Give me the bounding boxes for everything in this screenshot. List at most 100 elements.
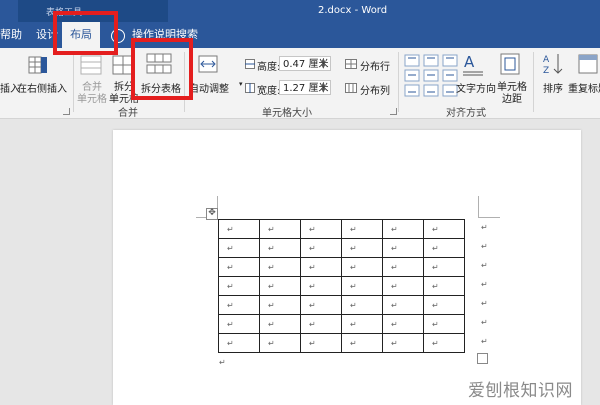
row-height-icon: [245, 59, 255, 69]
table-cell[interactable]: ↵: [300, 314, 342, 334]
distribute-columns-label: 分布列: [360, 86, 390, 97]
spinner-arrows-icon[interactable]: ▲ ▼: [321, 82, 329, 94]
table-cell[interactable]: ↵: [341, 333, 383, 353]
table-row: ↵ ↵ ↵ ↵ ↵ ↵: [218, 314, 465, 334]
table-cell[interactable]: ↵: [341, 276, 383, 296]
tab-help[interactable]: 帮助: [0, 22, 22, 48]
table-cell[interactable]: ↵: [341, 257, 383, 277]
distribute-columns-icon: [345, 83, 357, 93]
sort-label: 排序: [543, 84, 563, 95]
merge-cells-icon: [80, 55, 102, 75]
alignment-group-label: 对齐方式: [446, 108, 486, 119]
table-cell[interactable]: ↵: [218, 238, 260, 258]
cell-margins-label-2: 边距: [502, 94, 522, 105]
table-cell[interactable]: ↵: [382, 314, 424, 334]
table-cell[interactable]: ↵: [341, 295, 383, 315]
table-cell[interactable]: ↵: [218, 295, 260, 315]
table-cell[interactable]: ↵: [382, 257, 424, 277]
table-move-handle-icon[interactable]: ✥: [206, 208, 218, 220]
height-spinner[interactable]: 0.47 厘米 ▲ ▼: [279, 56, 331, 71]
table-cell[interactable]: ↵: [218, 314, 260, 334]
row-end-mark: ↵: [481, 337, 488, 346]
table-cell[interactable]: ↵: [423, 257, 465, 277]
merge-cells-label-2: 单元格: [77, 94, 107, 105]
autofit-label: 自动调整: [189, 84, 229, 95]
table-cell[interactable]: ↵: [423, 314, 465, 334]
margin-corner-mark: [478, 217, 500, 218]
document-table[interactable]: ↵ ↵ ↵ ↵ ↵ ↵ ↵ ↵ ↵ ↵ ↵ ↵ ↵ ↵ ↵ ↵ ↵ ↵ ↵ ↵ ↵ ↵ ↵ ↵ ↵ ↵ ↵ ↵ ↵ ↵ ↵ ↵ ↵ ↵ ↵ ↵ ↵ ↵ ↵ ↵…: [218, 219, 465, 353]
table-cell[interactable]: ↵: [341, 219, 383, 239]
distribute-rows-icon: [345, 59, 357, 69]
repeat-header-icon: [578, 54, 598, 74]
highlight-split-table: [131, 38, 193, 100]
ribbon-panel: 插入 在右侧插入 合并 单元格 拆分 单元格 拆分表格 合并 自动调整 ▾ 高度…: [0, 48, 600, 119]
row-end-mark: ↵: [481, 299, 488, 308]
table-cell[interactable]: ↵: [300, 276, 342, 296]
table-cell[interactable]: ↵: [218, 333, 260, 353]
table-cell[interactable]: ↵: [259, 219, 301, 239]
table-cell[interactable]: ↵: [259, 276, 301, 296]
table-cell[interactable]: ↵: [382, 219, 424, 239]
table-cell[interactable]: ↵: [423, 238, 465, 258]
table-cell[interactable]: ↵: [423, 333, 465, 353]
table-cell[interactable]: ↵: [341, 314, 383, 334]
table-row: ↵ ↵ ↵ ↵ ↵ ↵: [218, 219, 465, 239]
table-cell[interactable]: ↵: [218, 276, 260, 296]
cell-margins-icon: [500, 53, 520, 75]
row-end-mark: ↵: [481, 223, 488, 232]
alignment-grid-icon[interactable]: [404, 54, 458, 98]
svg-text:A: A: [543, 55, 550, 65]
table-row: ↵ ↵ ↵ ↵ ↵ ↵: [218, 238, 465, 258]
insert-right-icon: [28, 56, 47, 74]
table-cell[interactable]: ↵: [341, 238, 383, 258]
table-cell[interactable]: ↵: [259, 333, 301, 353]
table-cell[interactable]: ↵: [300, 295, 342, 315]
width-label: 宽度:: [257, 86, 281, 97]
table-cell[interactable]: ↵: [218, 257, 260, 277]
document-title: 2.docx - Word: [318, 5, 388, 16]
width-spinner[interactable]: 1.27 厘米 ▲ ▼: [279, 80, 331, 95]
group-divider: [398, 52, 399, 112]
row-end-mark: ↵: [481, 242, 488, 251]
table-row: ↵ ↵ ↵ ↵ ↵ ↵: [218, 257, 465, 277]
table-cell[interactable]: ↵: [382, 333, 424, 353]
svg-text:Z: Z: [543, 66, 549, 76]
distribute-rows-label: 分布行: [360, 62, 390, 73]
table-cell[interactable]: ↵: [259, 295, 301, 315]
table-resize-handle-icon[interactable]: [477, 353, 488, 364]
row-end-mark: ↵: [481, 261, 488, 270]
table-cell[interactable]: ↵: [300, 238, 342, 258]
table-cell[interactable]: ↵: [218, 219, 260, 239]
row-end-mark: ↵: [481, 280, 488, 289]
table-cell[interactable]: ↵: [382, 295, 424, 315]
merge-group-label: 合并: [118, 108, 138, 119]
table-cell[interactable]: ↵: [423, 219, 465, 239]
watermark: 爱刨根知识网: [468, 381, 573, 401]
table-row: ↵ ↵ ↵ ↵ ↵ ↵: [218, 333, 465, 353]
group-divider: [533, 52, 534, 112]
insert-group-launcher[interactable]: [63, 108, 70, 115]
table-cell[interactable]: ↵: [259, 238, 301, 258]
table-cell[interactable]: ↵: [300, 257, 342, 277]
text-direction-label: 文字方向: [456, 84, 496, 95]
cell-size-group-launcher[interactable]: [390, 108, 397, 115]
cell-size-group-label: 单元格大小: [262, 108, 312, 119]
table-cell[interactable]: ↵: [382, 276, 424, 296]
table-cell[interactable]: ↵: [382, 238, 424, 258]
table-row: ↵ ↵ ↵ ↵ ↵ ↵: [218, 295, 465, 315]
table-cell[interactable]: ↵: [423, 276, 465, 296]
table-cell[interactable]: ↵: [423, 295, 465, 315]
insert-right-label: 在右侧插入: [17, 84, 67, 95]
table-cell[interactable]: ↵: [259, 314, 301, 334]
spinner-arrows-icon[interactable]: ▲ ▼: [321, 58, 329, 70]
autofit-icon: [198, 55, 218, 73]
svg-text:A: A: [464, 53, 475, 71]
table-row: ↵ ↵ ↵ ↵ ↵ ↵: [218, 276, 465, 296]
height-label: 高度:: [257, 62, 281, 73]
table-cell[interactable]: ↵: [259, 257, 301, 277]
repeat-header-label: 重复标题: [568, 84, 600, 95]
table-cell[interactable]: ↵: [300, 333, 342, 353]
table-cell[interactable]: ↵: [300, 219, 342, 239]
group-divider: [73, 52, 74, 112]
paragraph-mark: ↵: [219, 358, 226, 367]
